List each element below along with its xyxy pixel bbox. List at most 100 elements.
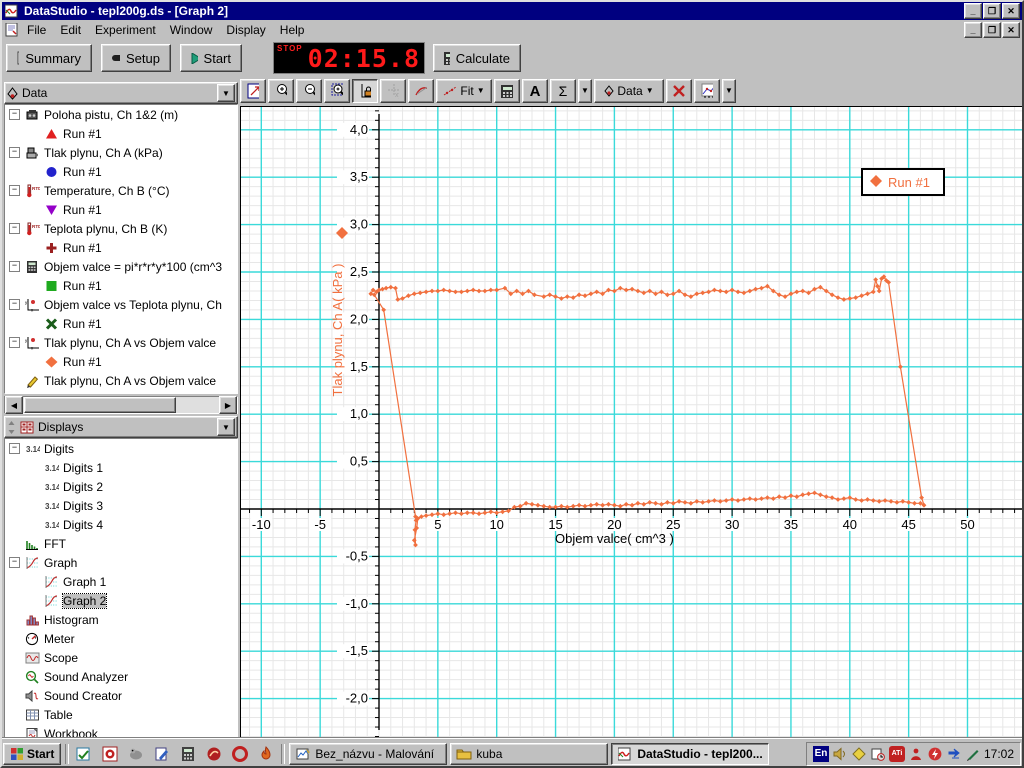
display-tree-item-table[interactable]: Table: [5, 705, 237, 724]
data-run-item[interactable]: Run #1: [5, 314, 237, 333]
setup-button[interactable]: Setup: [101, 44, 171, 72]
tree-expander-icon[interactable]: −: [9, 223, 20, 234]
data-menu-button[interactable]: Data ▼: [594, 79, 664, 103]
pen-tray-icon[interactable]: [965, 746, 981, 762]
zoom-select-button[interactable]: [324, 79, 350, 103]
data-tree-item[interactable]: − Objem valce = pi*r*r*y*100 (cm^3: [5, 257, 237, 276]
scroll-left-arrow[interactable]: ◀: [5, 396, 23, 414]
data-tree-item[interactable]: Tlak plynu, Ch A vs Objem valce: [5, 371, 237, 390]
data-tree-item[interactable]: − Tlak plynu, Ch A (kPa): [5, 143, 237, 162]
child-restore-button[interactable]: ❐: [983, 22, 1001, 38]
statistics-button[interactable]: Σ: [550, 79, 576, 103]
data-panel-dropdown[interactable]: ▼: [217, 84, 235, 102]
data-tree-item[interactable]: − RTD Teplota plynu, Ch B (K): [5, 219, 237, 238]
data-run-item[interactable]: Run #1: [5, 162, 237, 181]
fire-quick-icon[interactable]: [255, 743, 277, 765]
data-run-item[interactable]: Run #1: [5, 200, 237, 219]
tree-expander-icon[interactable]: −: [9, 557, 20, 568]
menu-display[interactable]: Display: [219, 21, 272, 39]
task-button-bez-n-zvu-malov-n-[interactable]: Bez_názvu - Malování: [289, 742, 448, 765]
data-tree-item[interactable]: − y x Objem valce vs Teplota plynu, Ch: [5, 295, 237, 314]
tree-expander-icon[interactable]: −: [9, 337, 20, 348]
pen-doc-quick-icon[interactable]: [151, 743, 173, 765]
title-bar[interactable]: DataStudio - tepl200g.ds - [Graph 2] _ ❐…: [2, 2, 1022, 20]
tree-expander-icon[interactable]: −: [9, 261, 20, 272]
display-settings-tray-icon[interactable]: [851, 746, 867, 762]
data-tree-item[interactable]: − Poloha pistu, Ch 1&2 (m): [5, 105, 237, 124]
delete-button[interactable]: [666, 79, 692, 103]
slope-tool-button[interactable]: [408, 79, 434, 103]
display-tree-item-digits[interactable]: −3.14 Digits: [5, 439, 237, 458]
scheduler-tray-icon[interactable]: [870, 746, 886, 762]
menu-window[interactable]: Window: [163, 21, 220, 39]
restore-button[interactable]: ❐: [983, 3, 1001, 19]
displays-panel-dropdown[interactable]: ▼: [217, 418, 235, 436]
graph-canvas[interactable]: 4,0 3,5 3,0 2,5 2,0 1,5 1,0 0,5 -0,5 -1,0 -1,5 -2,0…: [240, 106, 1024, 738]
start-button[interactable]: Start: [180, 44, 242, 72]
document-icon[interactable]: [4, 22, 20, 38]
display-tree-item-sound-analyzer[interactable]: Sound Analyzer: [5, 667, 237, 686]
animal-quick-icon[interactable]: [125, 743, 147, 765]
tree-expander-icon[interactable]: −: [9, 185, 20, 196]
keyboard-layout-indicator[interactable]: En: [812, 745, 829, 762]
display-tree-subitem-graph-1[interactable]: Graph 1: [5, 572, 237, 591]
start-menu-button[interactable]: Start: [3, 742, 62, 765]
zoom-in-button[interactable]: [268, 79, 294, 103]
data-run-item[interactable]: Run #1: [5, 238, 237, 257]
summary-button[interactable]: Summary: [6, 44, 92, 72]
menu-edit[interactable]: Edit: [53, 21, 88, 39]
close-button[interactable]: ✕: [1002, 3, 1020, 19]
graph-settings-dropdown-button[interactable]: ▼: [722, 79, 736, 103]
display-tree-item-fft[interactable]: FFT: [5, 534, 237, 553]
child-minimize-button[interactable]: _: [964, 22, 982, 38]
acrobat-quick-icon[interactable]: [99, 743, 121, 765]
display-tree-item-graph[interactable]: − Graph: [5, 553, 237, 572]
data-tree-item[interactable]: − y x Tlak plynu, Ch A vs Objem valce: [5, 333, 237, 352]
data-run-item[interactable]: Run #1: [5, 352, 237, 371]
scale-to-fit-button[interactable]: [240, 79, 266, 103]
zoom-out-button[interactable]: [296, 79, 322, 103]
volume-icon[interactable]: [832, 746, 848, 762]
calculator-quick-icon[interactable]: [177, 743, 199, 765]
display-tree-item-scope[interactable]: Scope: [5, 648, 237, 667]
dragon-quick-icon[interactable]: [203, 743, 225, 765]
text-annotation-button[interactable]: A: [522, 79, 548, 103]
scroll-right-arrow[interactable]: ▶: [219, 396, 237, 414]
display-tree-item-sound-creator[interactable]: Sound Creator: [5, 686, 237, 705]
fit-menu-button[interactable]: Fit ▼: [436, 79, 492, 103]
data-tree-item[interactable]: − RTD Temperature, Ch B (°C): [5, 181, 237, 200]
child-close-button[interactable]: ✕: [1002, 22, 1020, 38]
display-tree-item-histogram[interactable]: Histogram: [5, 610, 237, 629]
display-tree-subitem-digits-1[interactable]: 3.14 Digits 1: [5, 458, 237, 477]
clock[interactable]: 17:02: [984, 747, 1014, 761]
tree-expander-icon[interactable]: −: [9, 299, 20, 310]
graph-settings-button[interactable]: [694, 79, 720, 103]
lock-axes-button[interactable]: [352, 79, 378, 103]
ati-tray-icon[interactable]: ATi: [888, 745, 905, 762]
display-tree-subitem-digits-4[interactable]: 3.14 Digits 4: [5, 515, 237, 534]
power-tray-icon[interactable]: [927, 746, 943, 762]
data-run-item[interactable]: Run #1: [5, 276, 237, 295]
tree-expander-icon[interactable]: −: [9, 443, 20, 454]
data-panel-header[interactable]: Data ▼: [4, 82, 238, 104]
display-tree-subitem-graph-2[interactable]: Graph 2: [5, 591, 237, 610]
scroll-thumb[interactable]: [24, 397, 176, 413]
calculator-tool-button[interactable]: [494, 79, 520, 103]
data-tree-hscrollbar[interactable]: ◀ ▶: [4, 396, 238, 414]
antivirus-tray-icon[interactable]: [908, 746, 924, 762]
menu-experiment[interactable]: Experiment: [88, 21, 163, 39]
display-tree-subitem-digits-2[interactable]: 3.14 Digits 2: [5, 477, 237, 496]
notepad-quick-icon[interactable]: [73, 743, 95, 765]
menu-help[interactable]: Help: [273, 21, 312, 39]
minimize-button[interactable]: _: [964, 3, 982, 19]
displays-panel-header[interactable]: Displays ▼: [4, 416, 238, 438]
tree-expander-icon[interactable]: −: [9, 147, 20, 158]
data-run-item[interactable]: Run #1: [5, 124, 237, 143]
statistics-dropdown-button[interactable]: ▼: [578, 79, 592, 103]
tree-expander-icon[interactable]: −: [9, 109, 20, 120]
xy-tool-button[interactable]: xy: [380, 79, 406, 103]
display-tree-item-meter[interactable]: Meter: [5, 629, 237, 648]
display-tree-subitem-digits-3[interactable]: 3.14 Digits 3: [5, 496, 237, 515]
task-button-kuba[interactable]: kuba: [450, 742, 609, 765]
task-button-datastudio-tepl200-[interactable]: DataStudio - tepl200...: [611, 742, 770, 765]
